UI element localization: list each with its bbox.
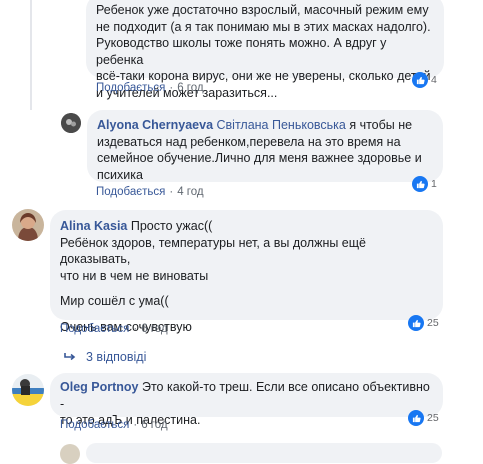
comment-text: я чтобы не bbox=[349, 118, 413, 132]
comment-text-line: Мир сошёл с ума(( bbox=[60, 294, 169, 308]
reaction-count[interactable]: 1 bbox=[412, 176, 437, 192]
timestamp[interactable]: 4 год bbox=[177, 186, 203, 198]
comment-text-line: Ребенок уже достаточно взрослый, масочны… bbox=[96, 3, 429, 17]
comment-meta-4: Подобається · 6 год bbox=[60, 419, 168, 431]
timestamp[interactable]: 6 год bbox=[141, 419, 167, 431]
author-name[interactable]: Oleg Portnoy bbox=[60, 380, 138, 394]
comment-text-line: семейное обучение.Лично для меня важнее … bbox=[97, 151, 422, 165]
view-replies-label: 3 відповіді bbox=[86, 350, 147, 364]
comment-meta-2: Подобається · 4 год bbox=[96, 186, 204, 198]
comment-meta-1: Подобається · 6 год bbox=[96, 82, 204, 94]
avatar[interactable] bbox=[12, 374, 44, 406]
like-icon bbox=[408, 410, 424, 426]
like-link[interactable]: Подобається bbox=[96, 82, 165, 94]
reaction-count-label: 4 bbox=[431, 74, 437, 86]
reaction-count[interactable]: 25 bbox=[408, 315, 439, 331]
reaction-count[interactable]: 4 bbox=[412, 72, 437, 88]
mention-link[interactable]: Світлана Пеньковська bbox=[217, 118, 346, 132]
view-replies-link[interactable]: 3 відповіді bbox=[64, 350, 146, 364]
comment-text-line: психика bbox=[97, 167, 143, 182]
reaction-count-label: 25 bbox=[427, 317, 439, 329]
comment-bubble-2: Alyona Chernyaeva Світлана Пеньковська я… bbox=[87, 110, 443, 182]
like-link[interactable]: Подобається bbox=[60, 323, 129, 335]
like-icon bbox=[412, 176, 428, 192]
comment-bubble-3: Alina Kasia Просто ужас(( Ребёнок здоров… bbox=[50, 210, 443, 334]
timestamp[interactable]: 6 год bbox=[177, 82, 203, 94]
reaction-count-label: 25 bbox=[427, 412, 439, 424]
reply-arrow-icon bbox=[64, 353, 76, 361]
like-icon bbox=[412, 72, 428, 88]
reaction-count[interactable]: 25 bbox=[408, 410, 439, 426]
like-link[interactable]: Подобається bbox=[96, 186, 165, 198]
avatar[interactable] bbox=[61, 113, 81, 133]
thread-line bbox=[30, 0, 32, 110]
comment-bubble-5 bbox=[86, 443, 442, 463]
like-link[interactable]: Подобається bbox=[60, 419, 129, 431]
author-name[interactable]: Alyona Chernyaeva bbox=[97, 118, 213, 132]
like-icon bbox=[408, 315, 424, 331]
timestamp[interactable]: 6 год bbox=[141, 323, 167, 335]
comment-bubble-1: Ребенок уже достаточно взрослый, масочны… bbox=[86, 0, 444, 100]
avatar[interactable] bbox=[12, 209, 44, 241]
comment-bubble-4: Oleg Portnoy Это какой-то треш. Если все… bbox=[50, 373, 443, 427]
author-name[interactable]: Alina Kasia bbox=[60, 219, 127, 233]
comment-text: Просто ужас(( bbox=[130, 219, 213, 233]
comment-text-line: Ребёнок здоров, температуры нет, а вы до… bbox=[60, 235, 366, 267]
comment-text-line: издеваться над ребенком,перевела на это … bbox=[97, 134, 401, 149]
comment-text-line: что ни в чем не виноваты bbox=[60, 268, 209, 283]
comment-text-line: Руководство школы тоже понять можно. А в… bbox=[96, 36, 387, 67]
reaction-count-label: 1 bbox=[431, 178, 437, 190]
avatar[interactable] bbox=[60, 444, 80, 464]
comment-text-line: не подходит (а я так понимаю мы в этих м… bbox=[96, 19, 431, 34]
comment-meta-3: Подобається · 6 год bbox=[60, 323, 168, 335]
